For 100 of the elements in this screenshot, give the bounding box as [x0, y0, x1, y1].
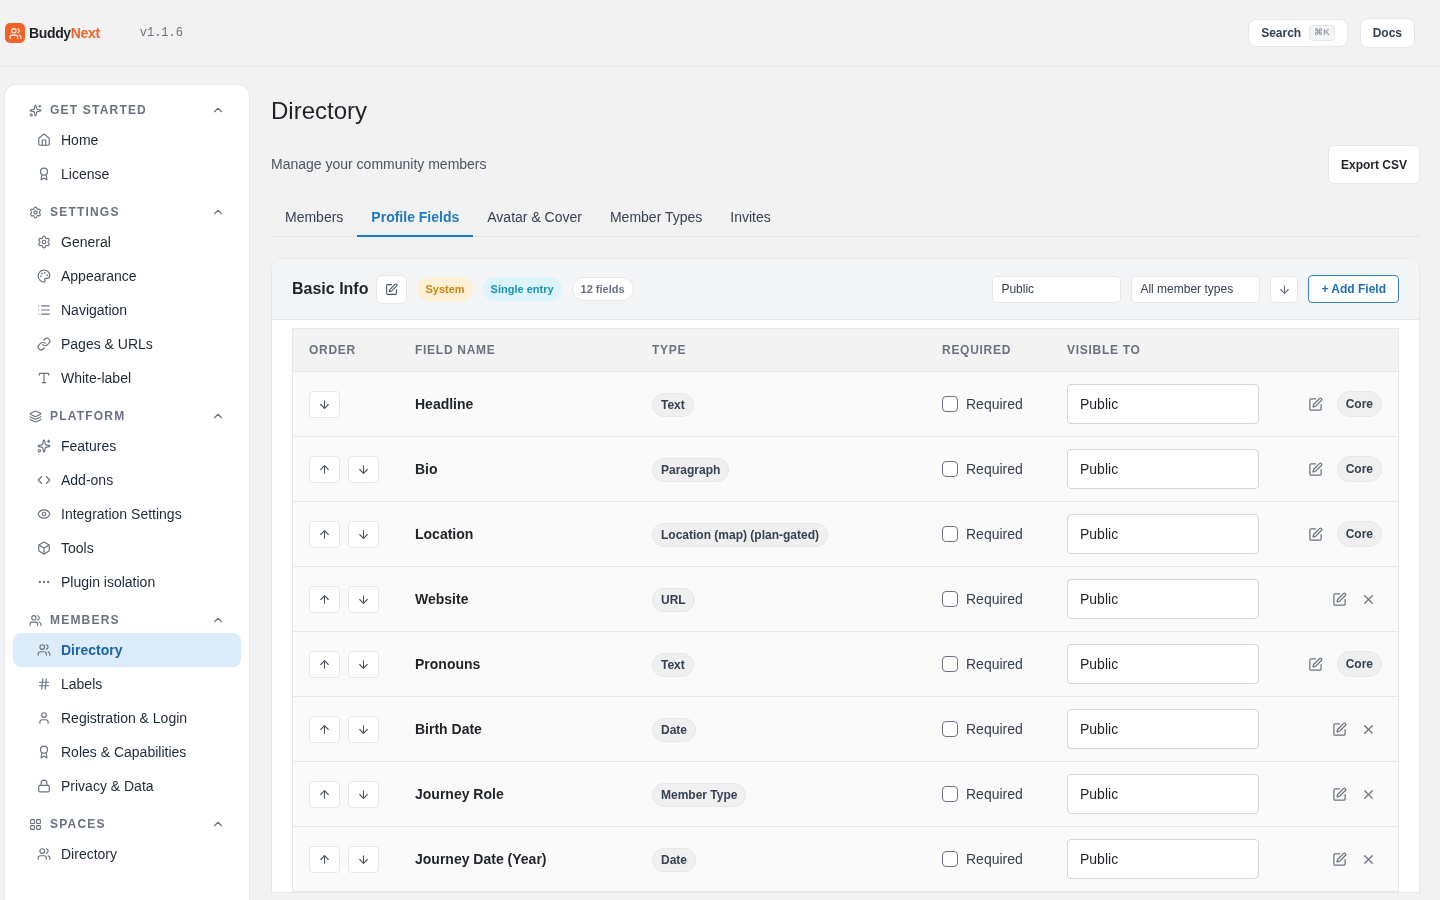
edit-icon[interactable] — [1307, 526, 1323, 542]
required-checkbox[interactable] — [942, 396, 958, 412]
visibility-select[interactable]: Public — [1067, 384, 1259, 424]
edit-icon[interactable] — [1307, 656, 1323, 672]
section-header[interactable]: SPACES — [13, 811, 241, 837]
add-field-button[interactable]: + Add Field — [1308, 275, 1399, 303]
section-header[interactable]: MEMBERS — [13, 607, 241, 633]
move-down-button[interactable] — [309, 390, 340, 418]
arrow-down-icon — [1277, 282, 1291, 296]
tab[interactable]: Invites — [716, 200, 785, 237]
type-badge: URL — [652, 587, 695, 612]
logo — [5, 23, 25, 43]
docs-button[interactable]: Docs — [1359, 18, 1415, 48]
sidebar-item[interactable]: Registration & Login — [13, 701, 241, 735]
edit-icon[interactable] — [1332, 786, 1347, 802]
sidebar-item[interactable]: Directory — [13, 837, 241, 871]
column-header: TYPE — [652, 342, 688, 359]
member-type-select[interactable]: All member types — [1131, 275, 1261, 303]
edit-icon[interactable] — [1332, 591, 1347, 607]
move-up-button[interactable] — [309, 520, 340, 548]
move-up-button[interactable] — [309, 585, 340, 613]
user-icon — [37, 711, 51, 725]
move-up-button[interactable] — [309, 715, 340, 743]
field-name: Pronouns — [415, 654, 482, 674]
sidebar-item[interactable]: Features — [13, 429, 241, 463]
required-checkbox[interactable] — [942, 656, 958, 672]
sidebar-item[interactable]: Labels — [13, 667, 241, 701]
visibility-select[interactable]: Public — [1067, 449, 1259, 489]
lock-icon — [37, 779, 51, 793]
section-header[interactable]: SETTINGS — [13, 199, 241, 225]
field-name: Headline — [415, 394, 475, 414]
tab[interactable]: Member Types — [595, 200, 717, 237]
sidebar-item[interactable]: Tools — [13, 531, 241, 565]
collapse-button[interactable] — [1270, 275, 1299, 303]
core-badge: Core — [1336, 391, 1382, 417]
move-down-button[interactable] — [348, 520, 379, 548]
field-name: Website — [415, 589, 470, 609]
required-checkbox[interactable] — [942, 786, 958, 802]
move-up-button[interactable] — [309, 845, 340, 873]
edit-icon[interactable] — [1332, 721, 1347, 737]
move-down-button[interactable] — [348, 650, 379, 678]
tab[interactable]: Members — [271, 200, 358, 237]
sidebar-item[interactable]: Navigation — [13, 293, 241, 327]
required-checkbox[interactable] — [942, 851, 958, 867]
core-badge: Core — [1336, 651, 1382, 677]
tab[interactable]: Profile Fields — [357, 200, 474, 237]
move-down-button[interactable] — [348, 585, 379, 613]
version-label: v1.1.6 — [139, 25, 183, 42]
tab[interactable]: Avatar & Cover — [473, 200, 596, 237]
group-badge: System — [417, 277, 473, 301]
column-header: VISIBLE TO — [1067, 342, 1142, 359]
sidebar-item[interactable]: Privacy & Data — [13, 769, 241, 803]
users-icon — [29, 613, 42, 627]
section-header[interactable]: GET STARTED — [13, 97, 241, 123]
move-up-button[interactable] — [309, 650, 340, 678]
sidebar-item[interactable]: Appearance — [13, 259, 241, 293]
edit-icon[interactable] — [1307, 461, 1323, 477]
visibility-select[interactable]: Public — [1067, 644, 1259, 684]
move-up-button[interactable] — [309, 455, 340, 483]
move-down-button[interactable] — [348, 780, 379, 808]
move-down-button[interactable] — [348, 455, 379, 483]
group-title: Basic Info — [292, 279, 369, 299]
sidebar-item[interactable]: Home — [13, 123, 241, 157]
visibility-select[interactable]: Public — [992, 275, 1122, 303]
sidebar-item[interactable]: White-label — [13, 361, 241, 395]
eye-icon — [37, 507, 51, 521]
arrow-up-icon — [318, 787, 331, 801]
search-button[interactable]: Search ⌘K — [1248, 19, 1348, 47]
visibility-select[interactable]: Public — [1067, 514, 1259, 554]
required-checkbox[interactable] — [942, 526, 958, 542]
sidebar-item[interactable]: Pages & URLs — [13, 327, 241, 361]
required-checkbox[interactable] — [942, 591, 958, 607]
page-title: Directory — [271, 96, 368, 126]
arrow-up-icon — [318, 592, 331, 606]
move-down-button[interactable] — [348, 715, 379, 743]
gear-icon — [29, 205, 42, 219]
sidebar-item[interactable]: General — [13, 225, 241, 259]
sidebar-item[interactable]: Directory — [13, 633, 241, 667]
sidebar-item[interactable]: Roles & Capabilities — [13, 735, 241, 769]
visibility-select[interactable]: Public — [1067, 709, 1259, 749]
move-up-button[interactable] — [309, 780, 340, 808]
section-header[interactable]: PLATFORM — [13, 403, 241, 429]
required-checkbox[interactable] — [942, 461, 958, 477]
export-csv-button[interactable]: Export CSV — [1328, 145, 1420, 184]
type-badge: Date — [652, 717, 696, 742]
sidebar-item[interactable]: Integration Settings — [13, 497, 241, 531]
edit-button[interactable] — [376, 274, 408, 304]
sidebar-item[interactable]: Add-ons — [13, 463, 241, 497]
edit-icon[interactable] — [1307, 396, 1323, 412]
required-checkbox[interactable] — [942, 721, 958, 737]
sidebar-item[interactable]: License — [13, 157, 241, 191]
visibility-select[interactable]: Public — [1067, 579, 1259, 619]
checkbox-label: Required — [966, 784, 1023, 804]
move-down-button[interactable] — [348, 845, 379, 873]
checkbox-label: Required — [966, 459, 1023, 479]
edit-icon[interactable] — [1332, 851, 1347, 867]
sidebar-item[interactable]: Plugin isolation — [13, 565, 241, 599]
palette-icon — [37, 269, 51, 283]
visibility-select[interactable]: Public — [1067, 839, 1259, 879]
visibility-select[interactable]: Public — [1067, 774, 1259, 814]
